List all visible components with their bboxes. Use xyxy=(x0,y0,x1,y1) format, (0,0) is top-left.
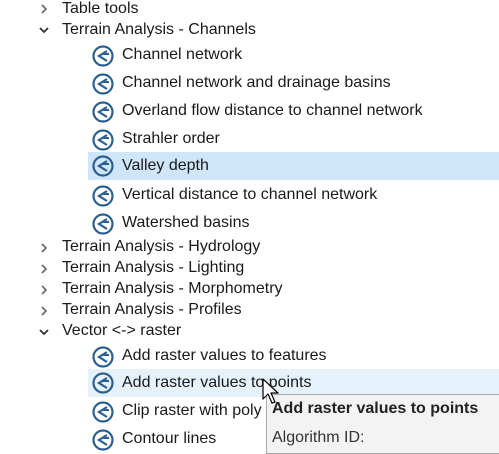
tree-group-terrain-profiles[interactable]: Terrain Analysis - Profiles xyxy=(0,300,499,321)
tree-group-terrain-morphometry[interactable]: Terrain Analysis - Morphometry xyxy=(0,279,499,300)
tree-item-label: Channel network and drainage basins xyxy=(122,74,391,91)
saga-algorithm-icon xyxy=(92,155,114,177)
tree-item-add-raster-to-points[interactable]: Add raster values to points xyxy=(88,369,499,397)
tree-group-label: Terrain Analysis - Profiles xyxy=(62,301,242,318)
chevron-right-icon[interactable] xyxy=(37,283,51,297)
tree-group-table-tools[interactable]: Table tools xyxy=(0,0,499,18)
tree-item-label: Channel network xyxy=(122,46,243,63)
tree-group-label: Table tools xyxy=(62,0,139,17)
tree-group-label: Terrain Analysis - Morphometry xyxy=(62,280,283,297)
tree-item-overland-flow-distance[interactable]: Overland flow distance to channel networ… xyxy=(0,98,499,126)
tree-item-channel-network-basins[interactable]: Channel network and drainage basins xyxy=(0,70,499,98)
mouse-pointer-icon xyxy=(262,378,279,404)
tree-group-terrain-lighting[interactable]: Terrain Analysis - Lighting xyxy=(0,258,499,279)
tooltip-title: Add raster values to points xyxy=(272,400,479,417)
chevron-right-icon[interactable] xyxy=(37,262,51,276)
chevron-down-icon[interactable] xyxy=(37,325,51,339)
tree-item-label: Watershed basins xyxy=(122,214,250,231)
saga-algorithm-icon xyxy=(92,401,114,423)
tree-group-terrain-hydrology[interactable]: Terrain Analysis - Hydrology xyxy=(0,237,499,258)
saga-algorithm-icon xyxy=(92,213,114,235)
tree-group-label: Vector <-> raster xyxy=(62,322,182,339)
chevron-right-icon[interactable] xyxy=(37,304,51,318)
tree-item-label: Vertical distance to channel network xyxy=(122,186,378,203)
saga-algorithm-icon xyxy=(92,372,114,394)
saga-algorithm-icon xyxy=(92,185,114,207)
saga-algorithm-icon xyxy=(92,346,114,368)
tree-group-vector-raster[interactable]: Vector <-> raster xyxy=(0,321,499,342)
tree-item-label: Contour lines xyxy=(122,430,217,447)
algorithm-tooltip: Add raster values to points Algorithm ID… xyxy=(266,394,499,454)
tree-item-strahler-order[interactable]: Strahler order xyxy=(0,126,499,154)
tree-item-channel-network[interactable]: Channel network xyxy=(0,42,499,70)
tree-item-label: Add raster values to features xyxy=(122,347,327,364)
tree-group-label: Terrain Analysis - Lighting xyxy=(62,259,245,276)
tree-item-label: Valley depth xyxy=(122,157,209,174)
chevron-down-icon[interactable] xyxy=(37,23,51,37)
tree-group-label: Terrain Analysis - Hydrology xyxy=(62,238,261,255)
tree-item-label: Add raster values to points xyxy=(122,374,312,391)
tree-item-label: Strahler order xyxy=(122,130,220,147)
tree-item-label: Overland flow distance to channel networ… xyxy=(122,102,423,119)
tree-group-label: Terrain Analysis - Channels xyxy=(62,21,256,38)
saga-algorithm-icon xyxy=(92,73,114,95)
tree-item-add-raster-to-features[interactable]: Add raster values to features xyxy=(0,343,499,371)
tree-item-valley-depth[interactable]: Valley depth xyxy=(88,152,499,180)
tooltip-algorithm-id-label: Algorithm ID: xyxy=(272,429,365,446)
tree-item-label: Clip raster with poly xyxy=(122,402,262,419)
tree-item-vertical-distance[interactable]: Vertical distance to channel network xyxy=(0,182,499,210)
saga-algorithm-icon xyxy=(92,101,114,123)
saga-algorithm-icon xyxy=(92,45,114,67)
saga-algorithm-icon xyxy=(92,129,114,151)
chevron-right-icon[interactable] xyxy=(37,241,51,255)
saga-algorithm-icon xyxy=(92,429,114,451)
chevron-right-icon[interactable] xyxy=(37,2,51,16)
tree-group-terrain-channels[interactable]: Terrain Analysis - Channels xyxy=(0,19,499,41)
tree-item-watershed-basins[interactable]: Watershed basins xyxy=(0,210,499,238)
